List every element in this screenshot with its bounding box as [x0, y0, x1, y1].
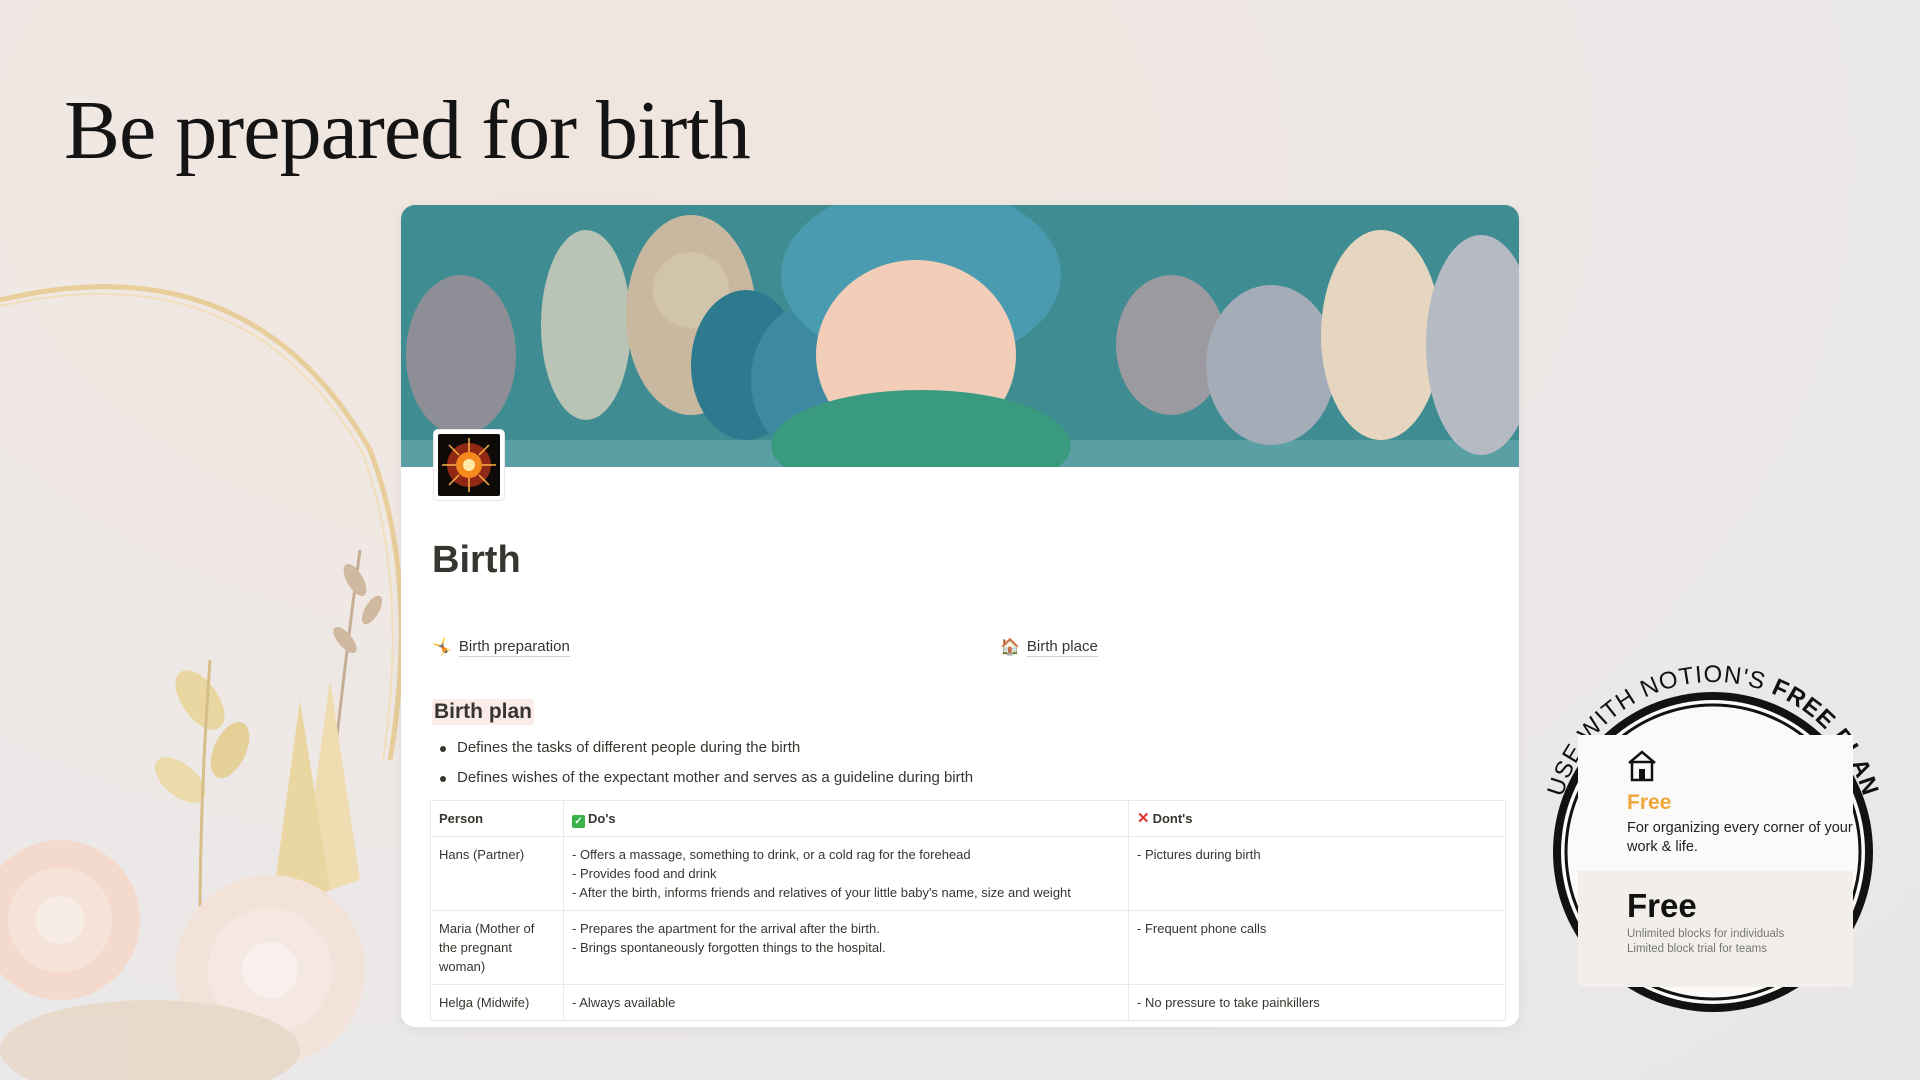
cell-line: - Provides food and drink	[572, 866, 717, 881]
list-item: Defines the tasks of different people du…	[431, 733, 973, 763]
cell-line: - Prepares the apartment for the arrival…	[572, 921, 880, 936]
link-birth-place[interactable]: 🏠 Birth place	[1000, 637, 1098, 657]
house-icon: 🏠	[1000, 639, 1020, 656]
plan-name: Free	[1627, 791, 1672, 814]
badge-plan-top: Free For organizing every corner of your…	[1578, 735, 1853, 871]
cell-dos[interactable]: - Prepares the apartment for the arrival…	[563, 910, 1129, 985]
page-title: Birth	[432, 539, 521, 581]
plan-note-line: Limited block trial for teams	[1627, 943, 1767, 955]
cell-person[interactable]: Helga (Midwife)	[430, 984, 564, 1021]
header-person[interactable]: Person	[430, 800, 564, 837]
headline: Be prepared for birth	[64, 84, 751, 177]
cell-line: - No pressure to take painkillers	[1137, 995, 1320, 1010]
section-heading: Birth plan	[432, 699, 534, 725]
cell-person[interactable]: Maria (Mother of the pregnant woman)	[430, 910, 564, 985]
cell-donts[interactable]: - Pictures during birth	[1128, 836, 1506, 911]
list-item: Defines wishes of the expectant mother a…	[431, 763, 973, 793]
header-label: Do's	[588, 811, 616, 826]
person-cartwheel-icon: 🤸	[432, 639, 452, 656]
cell-dos[interactable]: - Always available	[563, 984, 1129, 1021]
cell-line: - Brings spontaneously forgotten things …	[572, 940, 886, 955]
cover-image	[401, 205, 1519, 467]
link-label: Birth preparation	[458, 637, 570, 657]
fireworks-icon	[438, 434, 500, 496]
cell-dos[interactable]: - Offers a massage, something to drink, …	[563, 836, 1129, 911]
cell-donts[interactable]: - No pressure to take painkillers	[1128, 984, 1506, 1021]
header-dos[interactable]: ✓ Do's	[563, 800, 1129, 837]
cell-line: - After the birth, informs friends and r…	[572, 885, 1071, 900]
table-row: Helga (Midwife) - Always available - No …	[430, 984, 1506, 1021]
link-label: Birth place	[1026, 637, 1098, 657]
cell-line: - Pictures during birth	[1137, 847, 1261, 862]
table-row: Maria (Mother of the pregnant woman) - P…	[430, 910, 1506, 985]
header-label: Person	[439, 811, 484, 826]
cell-person[interactable]: Hans (Partner)	[430, 836, 564, 911]
cell-line: - Offers a massage, something to drink, …	[572, 847, 971, 862]
header-donts[interactable]: ✕ Dont's	[1128, 800, 1506, 837]
home-icon	[1628, 750, 1656, 782]
cell-line: - Always available	[572, 995, 676, 1010]
cell-line: - Frequent phone calls	[1137, 921, 1267, 936]
check-icon: ✓	[572, 815, 585, 828]
badge-plan-bottom: Free Unlimited blocks for individuals Li…	[1578, 871, 1853, 987]
plan-description: For organizing every corner of your work…	[1627, 820, 1853, 855]
badge-plan-card: Free For organizing every corner of your…	[1578, 735, 1853, 987]
plan-price: Free	[1627, 887, 1697, 924]
table-header-row: Person ✓ Do's ✕ Dont's	[430, 800, 1506, 837]
link-birth-preparation[interactable]: 🤸 Birth preparation	[432, 637, 570, 657]
notion-page-card: Birth 🤸 Birth preparation 🏠 Birth place …	[401, 205, 1519, 1027]
cross-icon: ✕	[1137, 810, 1150, 827]
plan-note: Unlimited blocks for individuals Limited…	[1627, 927, 1784, 957]
birth-plan-table: Person ✓ Do's ✕ Dont's Hans (Partner) - Of…	[430, 800, 1506, 1021]
cell-donts[interactable]: - Frequent phone calls	[1128, 910, 1506, 985]
table-row: Hans (Partner) - Offers a massage, somet…	[430, 836, 1506, 911]
header-label: Dont's	[1152, 811, 1193, 826]
plan-note-line: Unlimited blocks for individuals	[1627, 928, 1785, 940]
bullet-list: Defines the tasks of different people du…	[431, 733, 973, 793]
floral-decoration	[0, 284, 404, 1080]
page-icon[interactable]	[434, 430, 504, 500]
